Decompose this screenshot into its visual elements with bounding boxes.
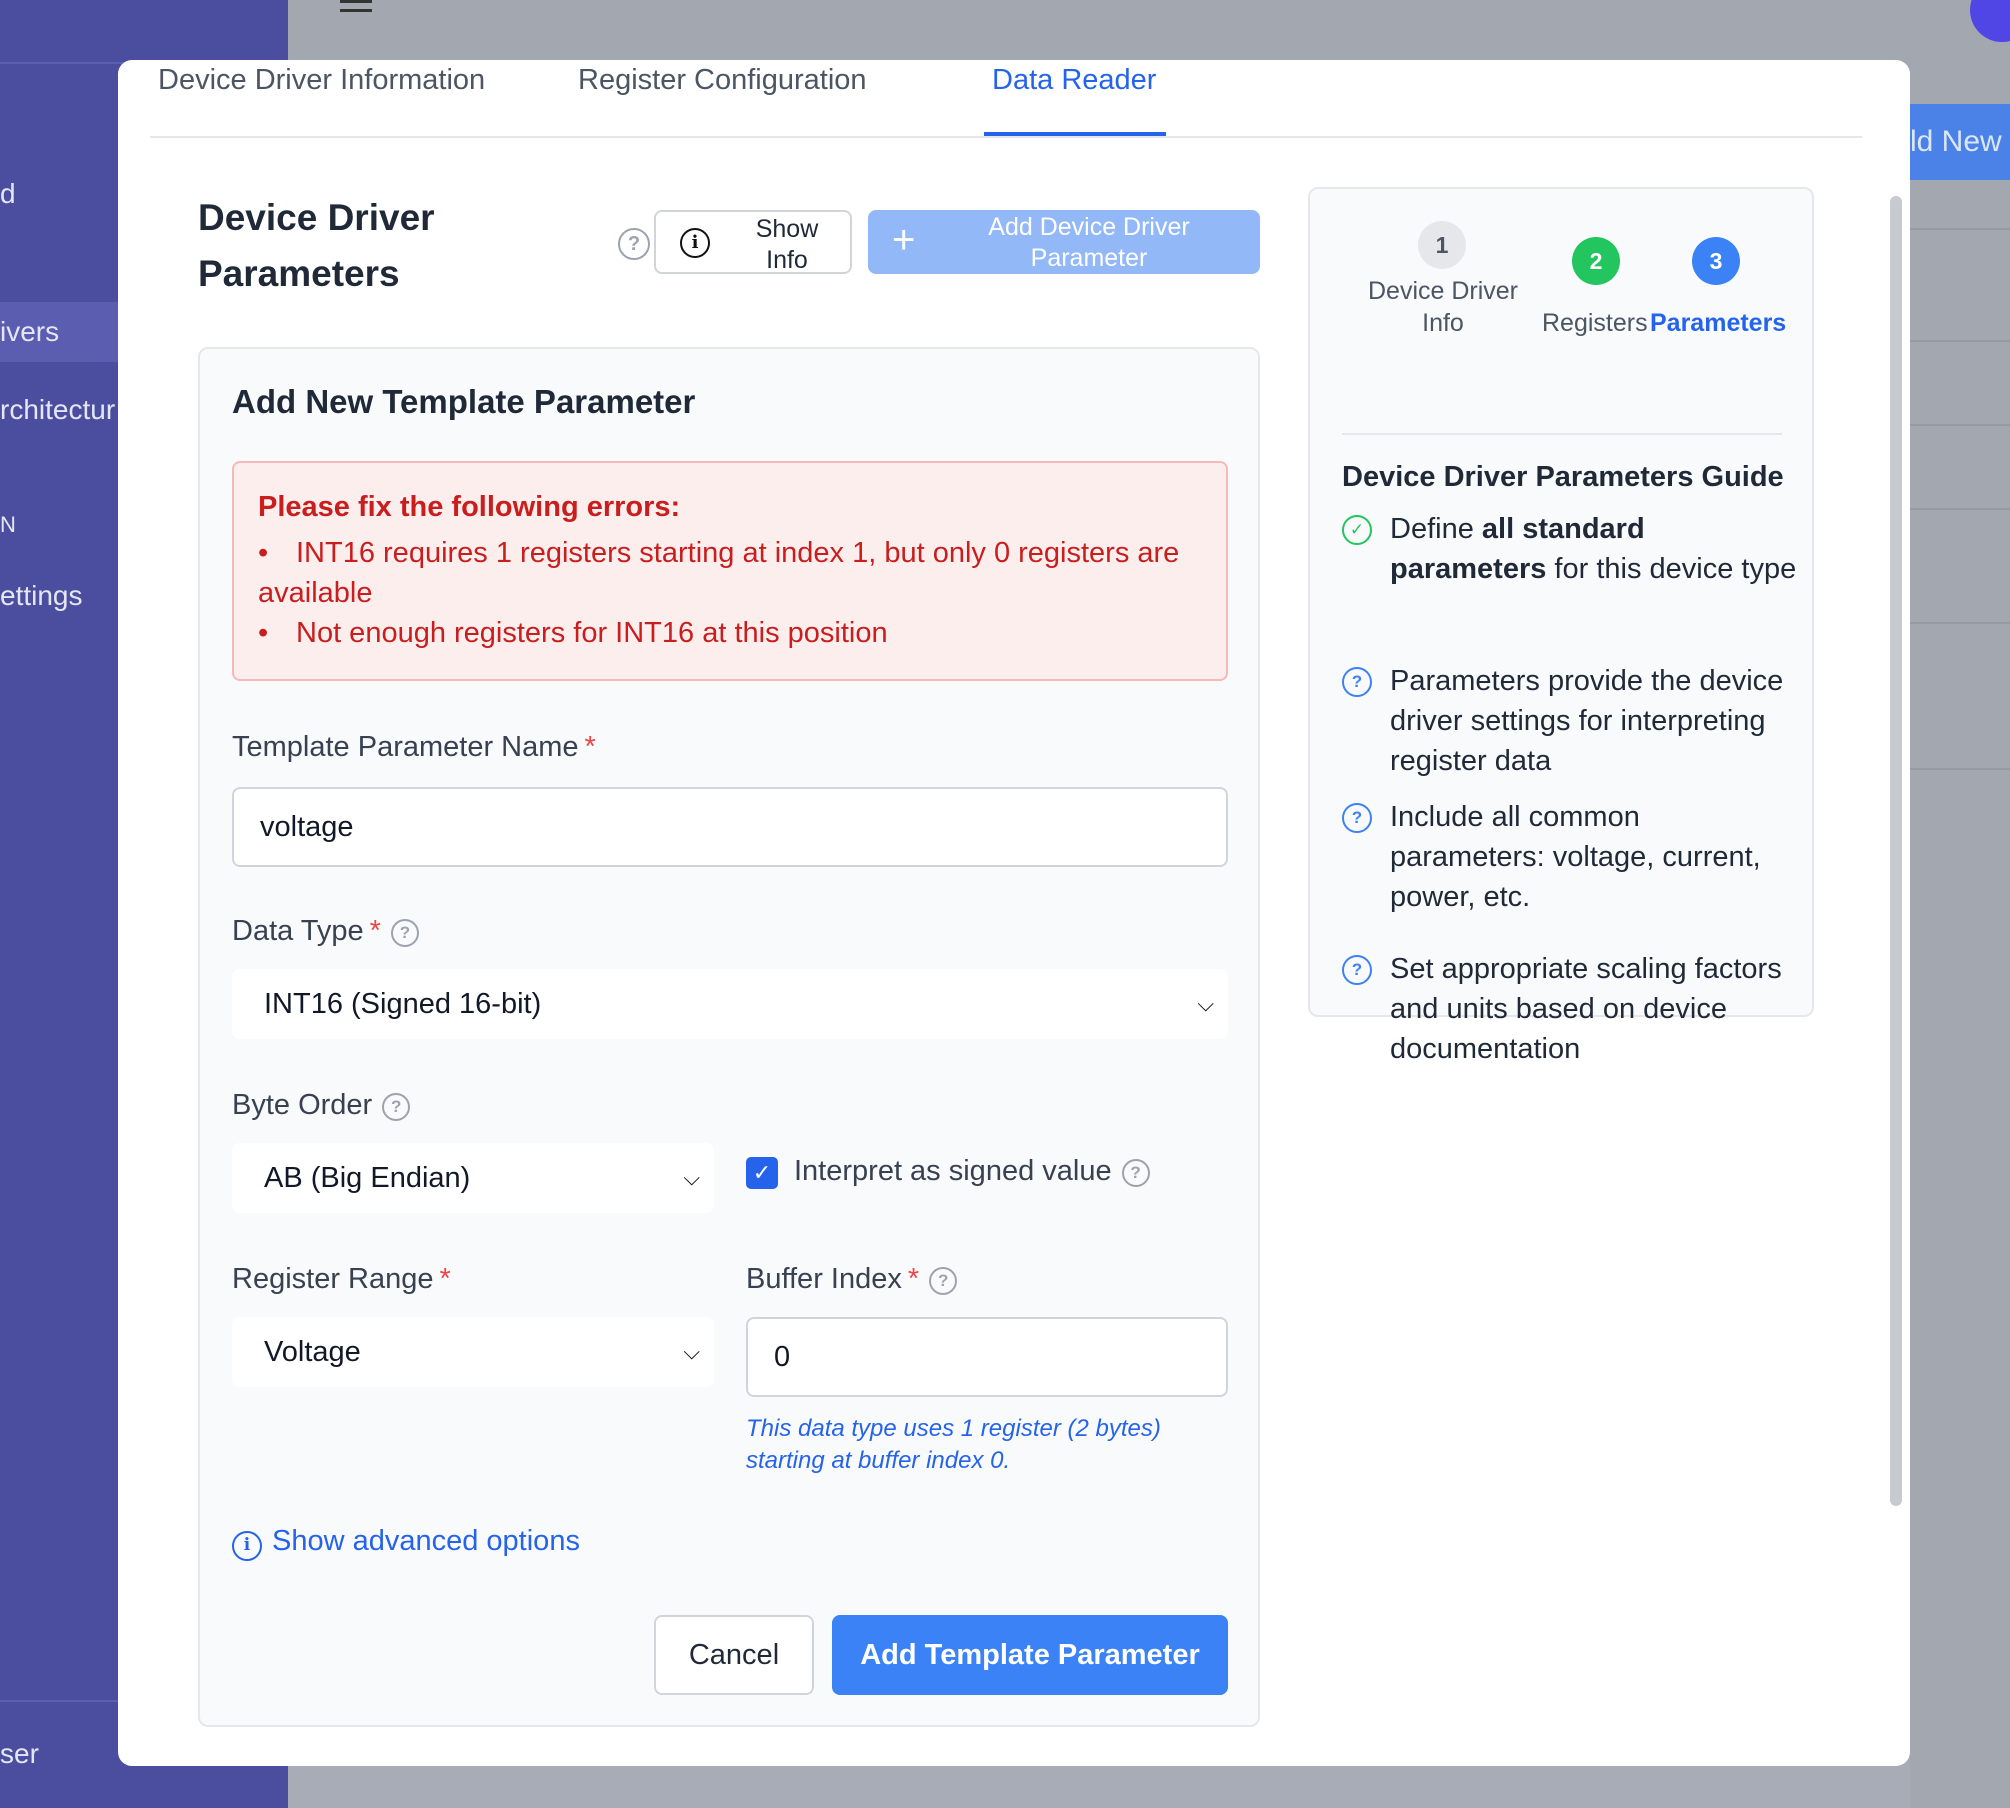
background-main <box>1910 70 2010 1808</box>
scrollbar-thumb[interactable] <box>1890 196 1902 1506</box>
buffer-index-hint: This data type uses 1 register (2 bytes)… <box>746 1415 1161 1474</box>
help-icon[interactable]: ? <box>390 919 419 947</box>
help-circle-icon: ? <box>1342 803 1372 833</box>
table-divider <box>1910 622 2010 624</box>
device-driver-modal: Device Driver Information Register Confi… <box>118 60 1910 1766</box>
help-icon[interactable]: ? <box>382 1093 411 1121</box>
error-item-text: Not enough registers for INT16 at this p… <box>296 617 888 649</box>
bullet-icon: • <box>258 537 269 569</box>
info-icon: i <box>232 1531 262 1561</box>
chevron-down-icon: ⌵ <box>683 1339 700 1364</box>
sidebar-item[interactable]: ettings <box>0 580 83 612</box>
table-divider <box>1910 228 2010 230</box>
register-range-label: Register Range * <box>232 1263 451 1295</box>
template-parameter-name-label: Template Parameter Name * <box>232 731 596 763</box>
error-alert: Please fix the following errors: • INT16 … <box>232 461 1228 681</box>
byte-order-label: Byte Order? <box>232 1089 411 1122</box>
buffer-index-input[interactable]: 0 <box>746 1317 1228 1397</box>
scrollbar[interactable] <box>1890 196 1902 1506</box>
table-divider <box>1910 340 2010 342</box>
tab-bar: Device Driver Information Register Confi… <box>150 60 1862 138</box>
buffer-index-label: Buffer Index *? <box>746 1263 958 1296</box>
byte-order-select[interactable]: AB (Big Endian) ⌵ <box>232 1143 714 1213</box>
tab-data-reader[interactable]: Data Reader <box>992 64 1156 117</box>
data-type-select[interactable]: INT16 (Signed 16-bit) ⌵ <box>232 969 1228 1039</box>
active-tab-indicator <box>984 132 1166 136</box>
signed-value-checkbox[interactable]: ✓ <box>746 1157 778 1189</box>
check-circle-icon: ✓ <box>1342 515 1372 545</box>
step-1-label: Device Driver Info <box>1367 277 1519 337</box>
help-circle-icon: ? <box>1342 667 1372 697</box>
info-icon: i <box>680 228 710 258</box>
step-2-indicator: 2 <box>1572 237 1620 285</box>
cancel-button[interactable]: Cancel <box>654 1615 814 1695</box>
show-advanced-options-link[interactable]: i Show advanced options <box>232 1525 580 1561</box>
sidebar-item[interactable]: N <box>0 512 16 538</box>
error-item-text: INT16 requires 1 registers starting at i… <box>258 537 1180 609</box>
guide-item-text: Set appropriate scaling factors and unit… <box>1390 953 1782 1065</box>
table-divider <box>1910 768 2010 770</box>
help-icon[interactable]: ? <box>929 1267 958 1295</box>
sidebar-item[interactable]: d <box>0 178 16 210</box>
help-circle-icon: ? <box>1342 955 1372 985</box>
page-title: Device Driver Parameters <box>198 197 435 294</box>
tab-register-configuration[interactable]: Register Configuration <box>578 64 867 117</box>
hamburger-menu-icon[interactable] <box>340 0 372 20</box>
bullet-icon: • <box>258 617 269 649</box>
guide-divider <box>1342 433 1782 435</box>
step-3-label: Parameters <box>1650 309 1787 337</box>
help-icon[interactable]: ? <box>618 228 650 260</box>
sidebar-item[interactable]: rchitectur <box>0 394 115 426</box>
guide-item-text: Parameters provide the device driver set… <box>1390 665 1784 777</box>
guide-title: Device Driver Parameters Guide <box>1342 461 1784 493</box>
guide-panel: 1 Device Driver Info 2 Registers 3 Param… <box>1308 187 1814 1065</box>
add-device-driver-parameter-button[interactable]: + Add Device Driver Parameter <box>868 210 1260 274</box>
error-item: • INT16 requires 1 registers starting at … <box>258 533 1208 613</box>
template-parameter-form: Add New Template Parameter Please fix th… <box>198 347 1260 1727</box>
step-3-indicator: 3 <box>1692 237 1740 285</box>
add-device-driver-parameter-label: Add Device Driver Parameter <box>988 213 1190 272</box>
add-template-parameter-button[interactable]: Add Template Parameter <box>832 1615 1228 1695</box>
table-divider <box>1910 424 2010 426</box>
template-parameter-name-input[interactable]: voltage <box>232 787 1228 867</box>
step-2-label: Registers <box>1542 309 1648 337</box>
background-add-new-button[interactable]: ld New <box>1910 104 2010 180</box>
show-info-label: Show Info <box>755 215 819 274</box>
chevron-down-icon: ⌵ <box>683 1165 700 1190</box>
guide-item-text: Define all standard parameters for this … <box>1390 513 1797 585</box>
error-item: • Not enough registers for INT16 at this … <box>258 613 1208 653</box>
help-icon[interactable]: ? <box>1121 1159 1150 1187</box>
guide-item-text: Include all common parameters: voltage, … <box>1390 801 1761 913</box>
sidebar-user[interactable]: ser <box>0 1738 39 1770</box>
tab-device-driver-information[interactable]: Device Driver Information <box>158 64 485 117</box>
data-type-label: Data Type *? <box>232 915 419 948</box>
show-info-button[interactable]: i Show Info <box>654 210 852 274</box>
table-divider <box>1910 508 2010 510</box>
plus-icon: + <box>892 218 916 262</box>
step-1-indicator: 1 <box>1418 221 1466 269</box>
signed-value-label: Interpret as signed value? <box>794 1155 1150 1188</box>
error-title: Please fix the following errors: <box>258 491 681 523</box>
form-title: Add New Template Parameter <box>232 383 696 420</box>
chevron-down-icon: ⌵ <box>1197 991 1214 1016</box>
register-range-select[interactable]: Voltage ⌵ <box>232 1317 714 1387</box>
